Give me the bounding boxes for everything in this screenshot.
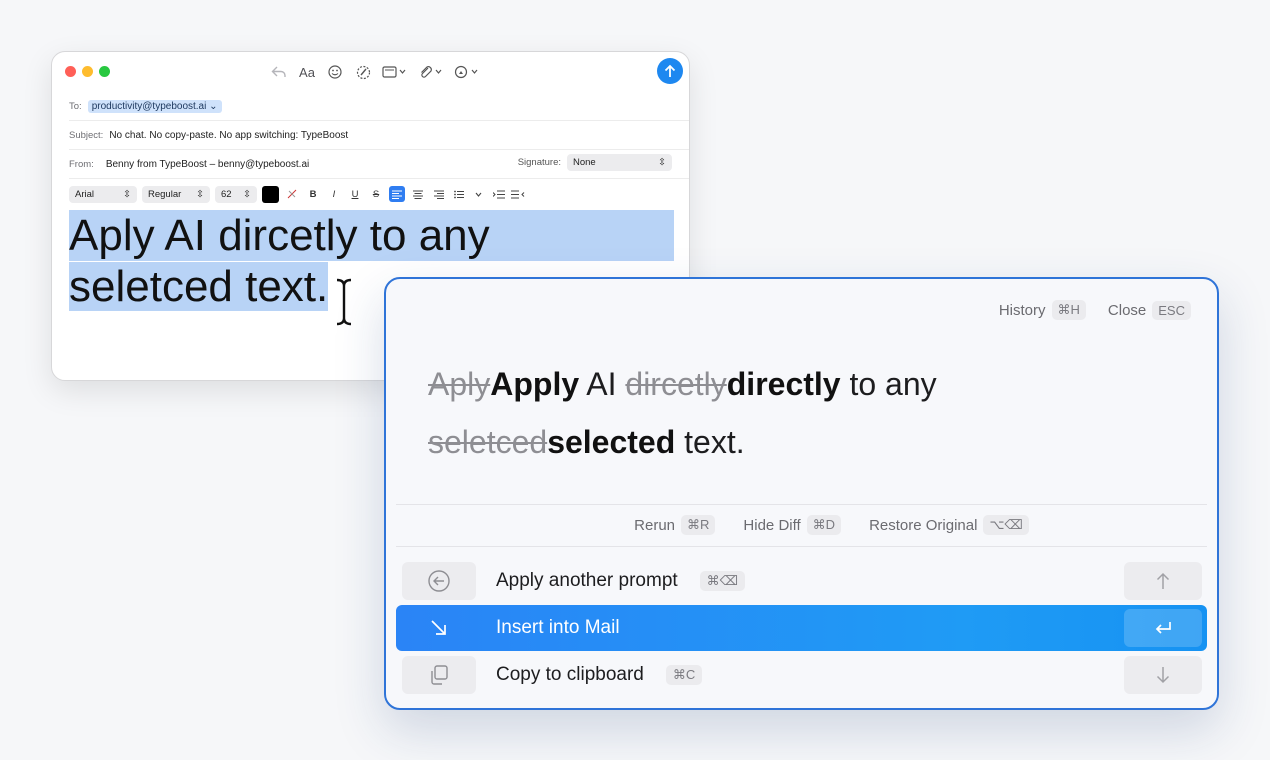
deleted-text: seletced [428,424,548,460]
arrow-up-icon [664,64,676,77]
font-style-value: Regular [148,188,182,200]
italic-button[interactable]: I [326,186,342,202]
restore-original-label: Restore Original [869,516,978,534]
align-center-icon[interactable] [410,186,426,202]
to-label: To: [69,100,82,112]
font-size-value: 62 [221,188,232,200]
unchanged-text: text. [675,424,745,460]
bold-button[interactable]: B [305,186,321,202]
recipient-chip[interactable]: productivity@typeboost.ai ⌄ [87,99,222,113]
photo-browser-icon[interactable] [454,61,480,83]
from-row: From: Benny from TypeBoost – benny@typeb… [69,150,689,179]
deleted-text: dircetly [625,366,727,402]
panel-header-actions: History ⌘H Close ESC [999,300,1191,320]
option-shortcut: ⌘C [665,665,703,685]
back-circle-icon [402,562,476,600]
arrow-down-icon[interactable] [1124,656,1202,694]
typeboost-panel: History ⌘H Close ESC AplyApply AI dircet… [384,277,1219,710]
signature-select[interactable]: None ⇳ [567,154,672,171]
text-cursor-icon [333,276,355,333]
restore-original-button[interactable]: Restore Original ⌥⌫ [869,515,1029,535]
diff-preview: AplyApply AI dircetlydirectly to any sel… [428,355,1188,471]
copy-icon [402,656,476,694]
restore-original-shortcut: ⌥⌫ [983,515,1029,535]
header-fields-menu-icon[interactable] [382,61,408,83]
indent-icon[interactable] [491,186,527,202]
close-window-button[interactable] [65,66,76,77]
subject-row[interactable]: Subject: No chat. No copy-paste. No app … [69,121,689,150]
mail-titlebar: Aa [52,52,689,92]
zoom-window-button[interactable] [99,66,110,77]
hide-diff-shortcut: ⌘D [806,515,842,535]
to-row: To: productivity@typeboost.ai ⌄ [69,92,689,121]
send-button[interactable] [657,58,683,84]
option-label: Insert into Mail [496,617,620,638]
list-style-icon[interactable] [452,186,486,202]
signature-value: None [573,157,596,168]
font-style-select[interactable]: Regular ⇳ [142,185,210,203]
text-color-swatch[interactable] [262,185,279,203]
history-button[interactable]: History ⌘H [999,300,1086,320]
inserted-text: directly [726,366,841,402]
markup-icon[interactable] [354,61,372,83]
result-actions: Rerun ⌘R Hide Diff ⌘D Restore Original ⌥… [446,515,1217,535]
close-shortcut: ESC [1152,300,1191,320]
option-shortcut: ⌘⌫ [699,571,746,591]
window-controls [65,66,110,77]
select-arrows-icon: ⇳ [658,157,666,168]
inserted-text: selected [547,424,676,460]
inserted-text: Apply [490,366,580,402]
hide-diff-label: Hide Diff [743,516,801,534]
option-label: Apply another prompt [496,570,678,591]
option-insert-into-mail[interactable]: Insert into Mail [396,605,1207,651]
deleted-text: Aply [428,366,491,402]
font-format-button[interactable]: Aa [298,61,316,83]
align-left-icon[interactable] [389,186,405,202]
from-select[interactable]: Benny from TypeBoost – benny@typeboost.a… [106,159,309,170]
mail-toolbar: Aa [270,59,480,85]
font-value: Arial [75,188,95,200]
font-size-select[interactable]: 62 ⇳ [215,185,257,203]
history-label: History [998,301,1046,319]
rerun-shortcut: ⌘R [681,515,716,535]
format-bar: Arial ⇳ Regular ⇳ 62 ⇳ B I U S [69,184,527,204]
emoji-icon[interactable] [326,61,344,83]
rerun-label: Rerun [634,516,676,534]
select-arrows-icon: ⇳ [196,188,204,200]
highlight-icon[interactable] [284,186,300,202]
recipient-address: productivity@typeboost.ai [91,100,207,112]
font-select[interactable]: Arial ⇳ [69,185,137,203]
selected-text-line-1: Aply AI dircetly to any [69,210,674,261]
signature-label: Signature: [517,157,561,168]
from-label: From: [69,158,94,170]
select-arrows-icon: ⇳ [243,188,251,200]
underline-button[interactable]: U [347,186,363,202]
arrow-down-right-icon [402,609,476,647]
unchanged-text: to any [840,366,937,402]
subject-label: Subject: [69,129,104,141]
selected-text-line-2: seletced text. [69,262,329,311]
close-label: Close [1107,301,1147,319]
hide-diff-button[interactable]: Hide Diff ⌘D [743,515,842,535]
minimize-window-button[interactable] [82,66,93,77]
option-label: Copy to clipboard [496,664,644,685]
option-copy-to-clipboard[interactable]: Copy to clipboard ⌘C [396,652,1207,698]
signature-group: Signature: None ⇳ [518,154,672,171]
strikethrough-button[interactable]: S [368,186,384,202]
arrow-up-icon[interactable] [1124,562,1202,600]
select-arrows-icon: ⇳ [123,188,131,200]
attachment-icon[interactable] [418,61,444,83]
option-apply-another-prompt[interactable]: Apply another prompt ⌘⌫ [396,558,1207,604]
divider [396,546,1207,547]
rerun-button[interactable]: Rerun ⌘R [634,515,716,535]
align-right-icon[interactable] [431,186,447,202]
reply-icon[interactable] [270,61,288,83]
divider [396,504,1207,505]
subject-field[interactable]: No chat. No copy-paste. No app switching… [109,130,348,141]
close-button[interactable]: Close ESC [1107,300,1191,320]
unchanged-text: AI [579,366,626,402]
return-key-icon[interactable] [1124,609,1202,647]
history-shortcut: ⌘H [1051,300,1086,320]
